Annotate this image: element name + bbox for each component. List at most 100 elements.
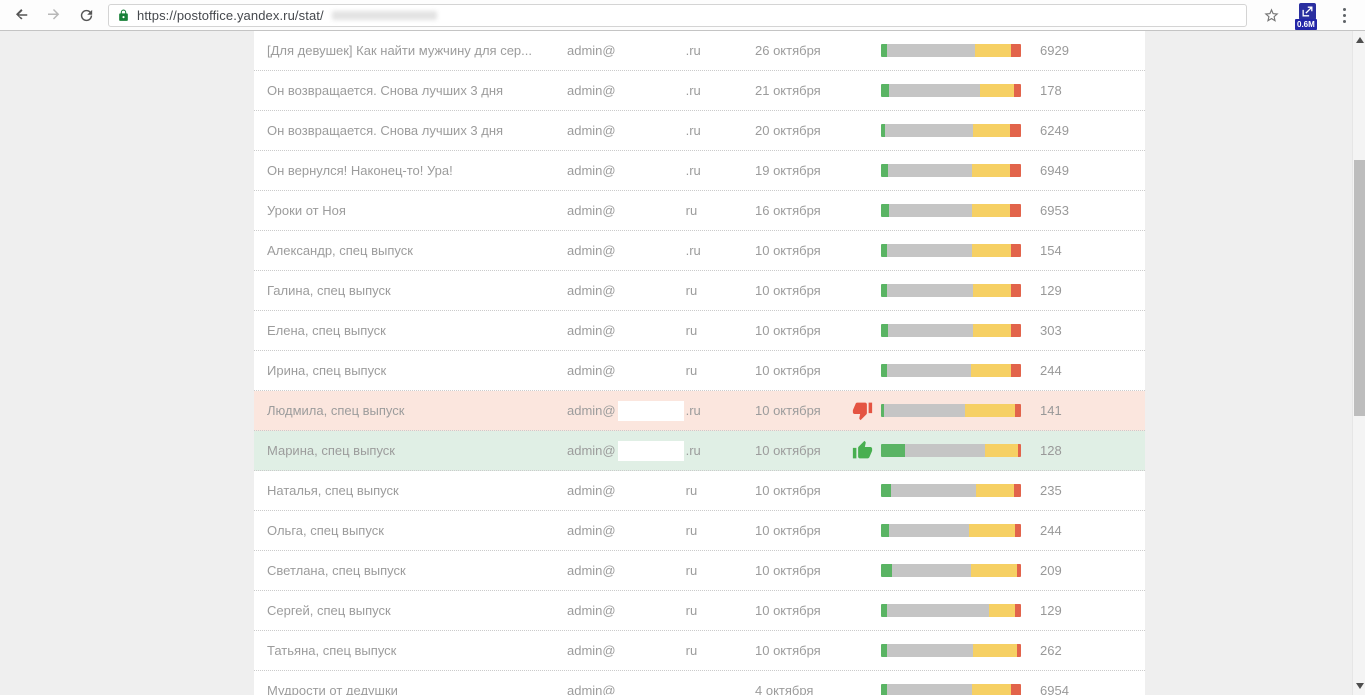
table-row[interactable]: [Для девушек] Как найти мужчину для сер.…: [254, 31, 1145, 71]
engagement-bar: [881, 204, 1021, 217]
bar-segment-red: [1011, 684, 1021, 695]
row-count: 244: [1040, 363, 1145, 378]
table-row[interactable]: Сергей, спец выпуск admin@ ru 10 октября…: [254, 591, 1145, 631]
table-row[interactable]: Он вернулся! Наконец-то! Ура! admin@ .ru…: [254, 151, 1145, 191]
table-row[interactable]: Он возвращается. Снова лучших 3 дня admi…: [254, 111, 1145, 151]
email-redaction-patch: [618, 641, 684, 661]
table-row[interactable]: Ольга, спец выпуск admin@ ru 10 октября …: [254, 511, 1145, 551]
bar-segment-yellow: [973, 124, 1009, 137]
row-date: 10 октября: [755, 483, 852, 498]
table-row[interactable]: Александр, спец выпуск admin@ .ru 10 окт…: [254, 231, 1145, 271]
bar-segment-gray: [884, 404, 965, 417]
bar-segment-green: [881, 324, 888, 337]
email-suffix: .ru: [686, 123, 701, 138]
bar-segment-yellow: [975, 44, 1011, 57]
engagement-bar: [881, 684, 1021, 695]
email-redaction-patch: [618, 321, 684, 341]
row-email: admin@ ru: [567, 641, 755, 661]
email-suffix: .ru: [686, 43, 701, 58]
bar-segment-red: [1015, 404, 1021, 417]
bar-segment-yellow: [965, 404, 1015, 417]
row-title: Елена, спец выпуск: [267, 323, 567, 338]
back-button[interactable]: [9, 2, 35, 28]
bar-segment-yellow: [972, 244, 1011, 257]
bar-segment-gray: [889, 204, 972, 217]
email-suffix: ru: [686, 283, 698, 298]
scroll-down-arrow[interactable]: [1353, 679, 1365, 693]
engagement-bar: [881, 364, 1021, 377]
bar-segment-red: [1011, 44, 1021, 57]
row-date: 21 октября: [755, 83, 852, 98]
page-scrollbar[interactable]: [1352, 31, 1365, 695]
engagement-bar-cell: [881, 164, 1040, 177]
row-title: Татьяна, спец выпуск: [267, 643, 567, 658]
row-count: 244: [1040, 523, 1145, 538]
bar-segment-yellow: [980, 84, 1014, 97]
page-background: [Для девушек] Как найти мужчину для сер.…: [0, 31, 1365, 695]
row-email: admin@ ru: [567, 361, 755, 381]
address-bar[interactable]: https://postoffice.yandex.ru/stat/: [108, 4, 1247, 27]
table-row[interactable]: Наталья, спец выпуск admin@ ru 10 октябр…: [254, 471, 1145, 511]
forward-button[interactable]: [41, 2, 67, 28]
row-email: admin@ .ru: [567, 441, 755, 461]
bookmark-star-button[interactable]: [1258, 2, 1284, 28]
email-prefix: admin@: [567, 203, 616, 218]
bar-segment-red: [1017, 564, 1021, 577]
bar-segment-yellow: [972, 204, 1010, 217]
email-prefix: admin@: [567, 403, 616, 418]
table-row[interactable]: Светлана, спец выпуск admin@ ru 10 октяб…: [254, 551, 1145, 591]
thumbs-up-icon[interactable]: [852, 440, 873, 461]
table-row[interactable]: Марина, спец выпуск admin@ .ru 10 октябр…: [254, 431, 1145, 471]
row-date: 26 октября: [755, 43, 852, 58]
row-date: 4 октября: [755, 683, 852, 695]
email-suffix: ru: [686, 523, 698, 538]
thumbs-down-icon[interactable]: [852, 400, 873, 421]
email-prefix: admin@: [567, 323, 616, 338]
email-redaction-patch: [618, 161, 684, 181]
bar-segment-gray: [888, 324, 973, 337]
email-suffix: ru: [686, 363, 698, 378]
scroll-up-arrow[interactable]: [1353, 33, 1365, 47]
engagement-bar-cell: [881, 244, 1040, 257]
engagement-bar-cell: [881, 484, 1040, 497]
email-suffix: ru: [686, 643, 698, 658]
engagement-bar-cell: [881, 404, 1040, 417]
scrollbar-thumb[interactable]: [1354, 160, 1365, 416]
table-row[interactable]: Елена, спец выпуск admin@ ru 10 октября …: [254, 311, 1145, 351]
bar-segment-green: [881, 204, 889, 217]
url-text[interactable]: https://postoffice.yandex.ru/stat/: [137, 8, 324, 23]
bar-segment-gray: [887, 44, 975, 57]
bar-segment-gray: [889, 84, 980, 97]
bar-segment-red: [1011, 364, 1021, 377]
table-row[interactable]: Галина, спец выпуск admin@ ru 10 октября…: [254, 271, 1145, 311]
row-title: Людмила, спец выпуск: [267, 403, 567, 418]
row-date: 10 октября: [755, 283, 852, 298]
table-row[interactable]: Мудрости от дедушки admin@ 4 октября 695…: [254, 671, 1145, 695]
reload-button[interactable]: [73, 2, 99, 28]
bar-segment-yellow: [973, 644, 1016, 657]
table-row[interactable]: Он возвращается. Снова лучших 3 дня admi…: [254, 71, 1145, 111]
row-count: 303: [1040, 323, 1145, 338]
engagement-bar: [881, 564, 1021, 577]
bar-segment-gray: [889, 524, 969, 537]
row-count: 6949: [1040, 163, 1145, 178]
email-redaction-patch: [618, 481, 684, 501]
browser-menu-button[interactable]: [1333, 2, 1355, 28]
email-prefix: admin@: [567, 43, 616, 58]
table-row[interactable]: Уроки от Ноя admin@ ru 16 октября 6953: [254, 191, 1145, 231]
row-date: 10 октября: [755, 603, 852, 618]
extension-button[interactable]: 0.6M: [1295, 0, 1321, 30]
email-prefix: admin@: [567, 163, 616, 178]
row-title: Ольга, спец выпуск: [267, 523, 567, 538]
row-count: 6953: [1040, 203, 1145, 218]
table-row[interactable]: Ирина, спец выпуск admin@ ru 10 октября …: [254, 351, 1145, 391]
email-redaction-patch: [618, 361, 684, 381]
table-row[interactable]: Татьяна, спец выпуск admin@ ru 10 октябр…: [254, 631, 1145, 671]
table-row[interactable]: Людмила, спец выпуск admin@ .ru 10 октяб…: [254, 391, 1145, 431]
row-title: Уроки от Ноя: [267, 203, 567, 218]
row-email: admin@ .ru: [567, 161, 755, 181]
email-prefix: admin@: [567, 563, 616, 578]
bar-segment-red: [1018, 444, 1021, 457]
bar-segment-gray: [887, 364, 971, 377]
email-redaction-patch: [618, 601, 684, 621]
